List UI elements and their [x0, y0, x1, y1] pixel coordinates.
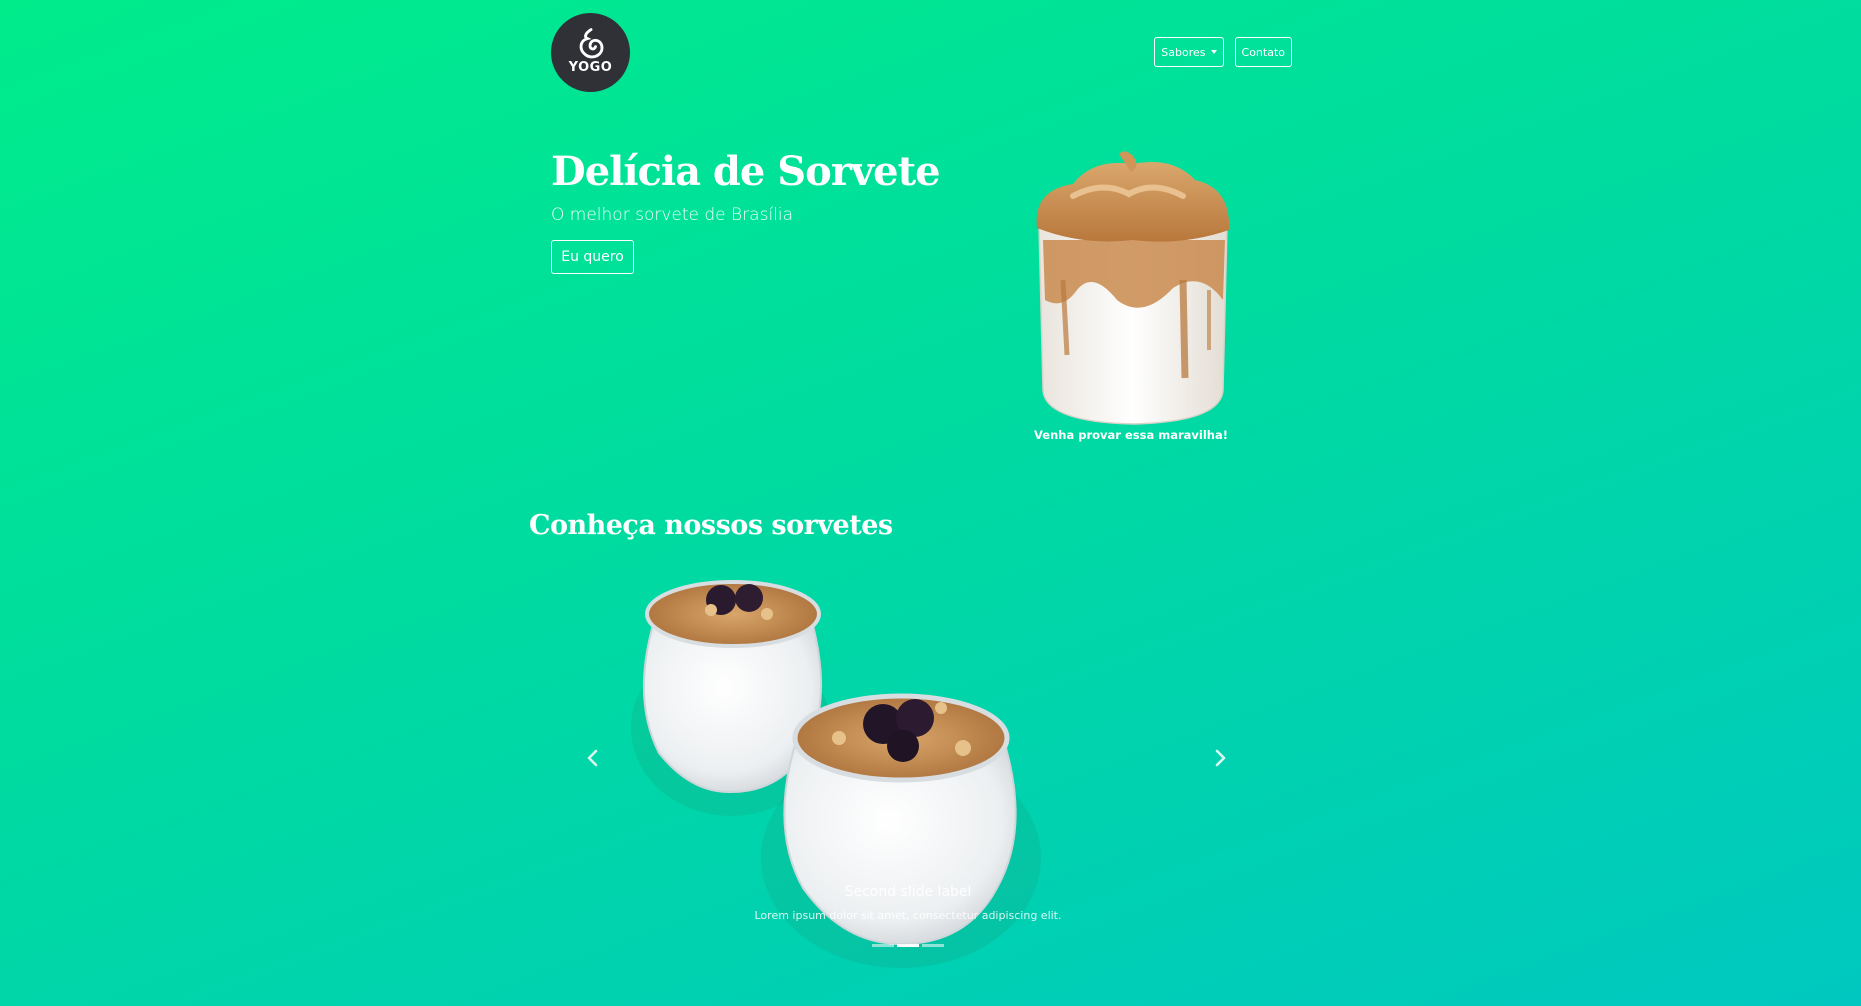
- top-nav: Sabores Contato: [1154, 37, 1292, 67]
- cta-button[interactable]: Eu quero: [551, 240, 634, 274]
- chevron-right-icon[interactable]: [1210, 748, 1230, 768]
- dalgona-drink-image: [1036, 151, 1230, 425]
- carousel-indicator[interactable]: [897, 944, 919, 947]
- section-title: Conheça nossos sorvetes: [529, 510, 893, 541]
- swirl-icon: [579, 28, 603, 59]
- drink-caption: Venha provar essa maravilha!: [1034, 428, 1228, 442]
- contact-label: Contato: [1241, 45, 1285, 59]
- hero-title: Delícia de Sorvete: [551, 148, 941, 195]
- brand-logo[interactable]: YOGO: [551, 13, 630, 92]
- slide-text: Lorem ipsum dolor sit amet, consectetur …: [754, 909, 1062, 922]
- contact-button[interactable]: Contato: [1234, 37, 1292, 67]
- flavors-dropdown-button[interactable]: Sabores: [1154, 37, 1224, 67]
- chevron-left-icon[interactable]: [583, 748, 603, 768]
- flavors-label: Sabores: [1161, 45, 1206, 59]
- carousel-indicator[interactable]: [922, 944, 944, 947]
- page-container: YOGO Sabores Contato Delícia de Sorvete …: [529, 0, 1292, 1006]
- hero-subtitle: O melhor sorvete de Brasília: [551, 205, 794, 225]
- caret-down-icon: [1210, 50, 1217, 54]
- slide-label: Second slide label: [844, 884, 972, 900]
- yogurt-bowls-image: [631, 580, 1041, 968]
- carousel-indicator[interactable]: [872, 944, 894, 947]
- carousel-indicators: [571, 944, 1245, 947]
- brand-logo-text: YOGO: [568, 60, 613, 75]
- flavors-carousel: Second slide label Lorem ipsum dolor sit…: [571, 548, 1245, 968]
